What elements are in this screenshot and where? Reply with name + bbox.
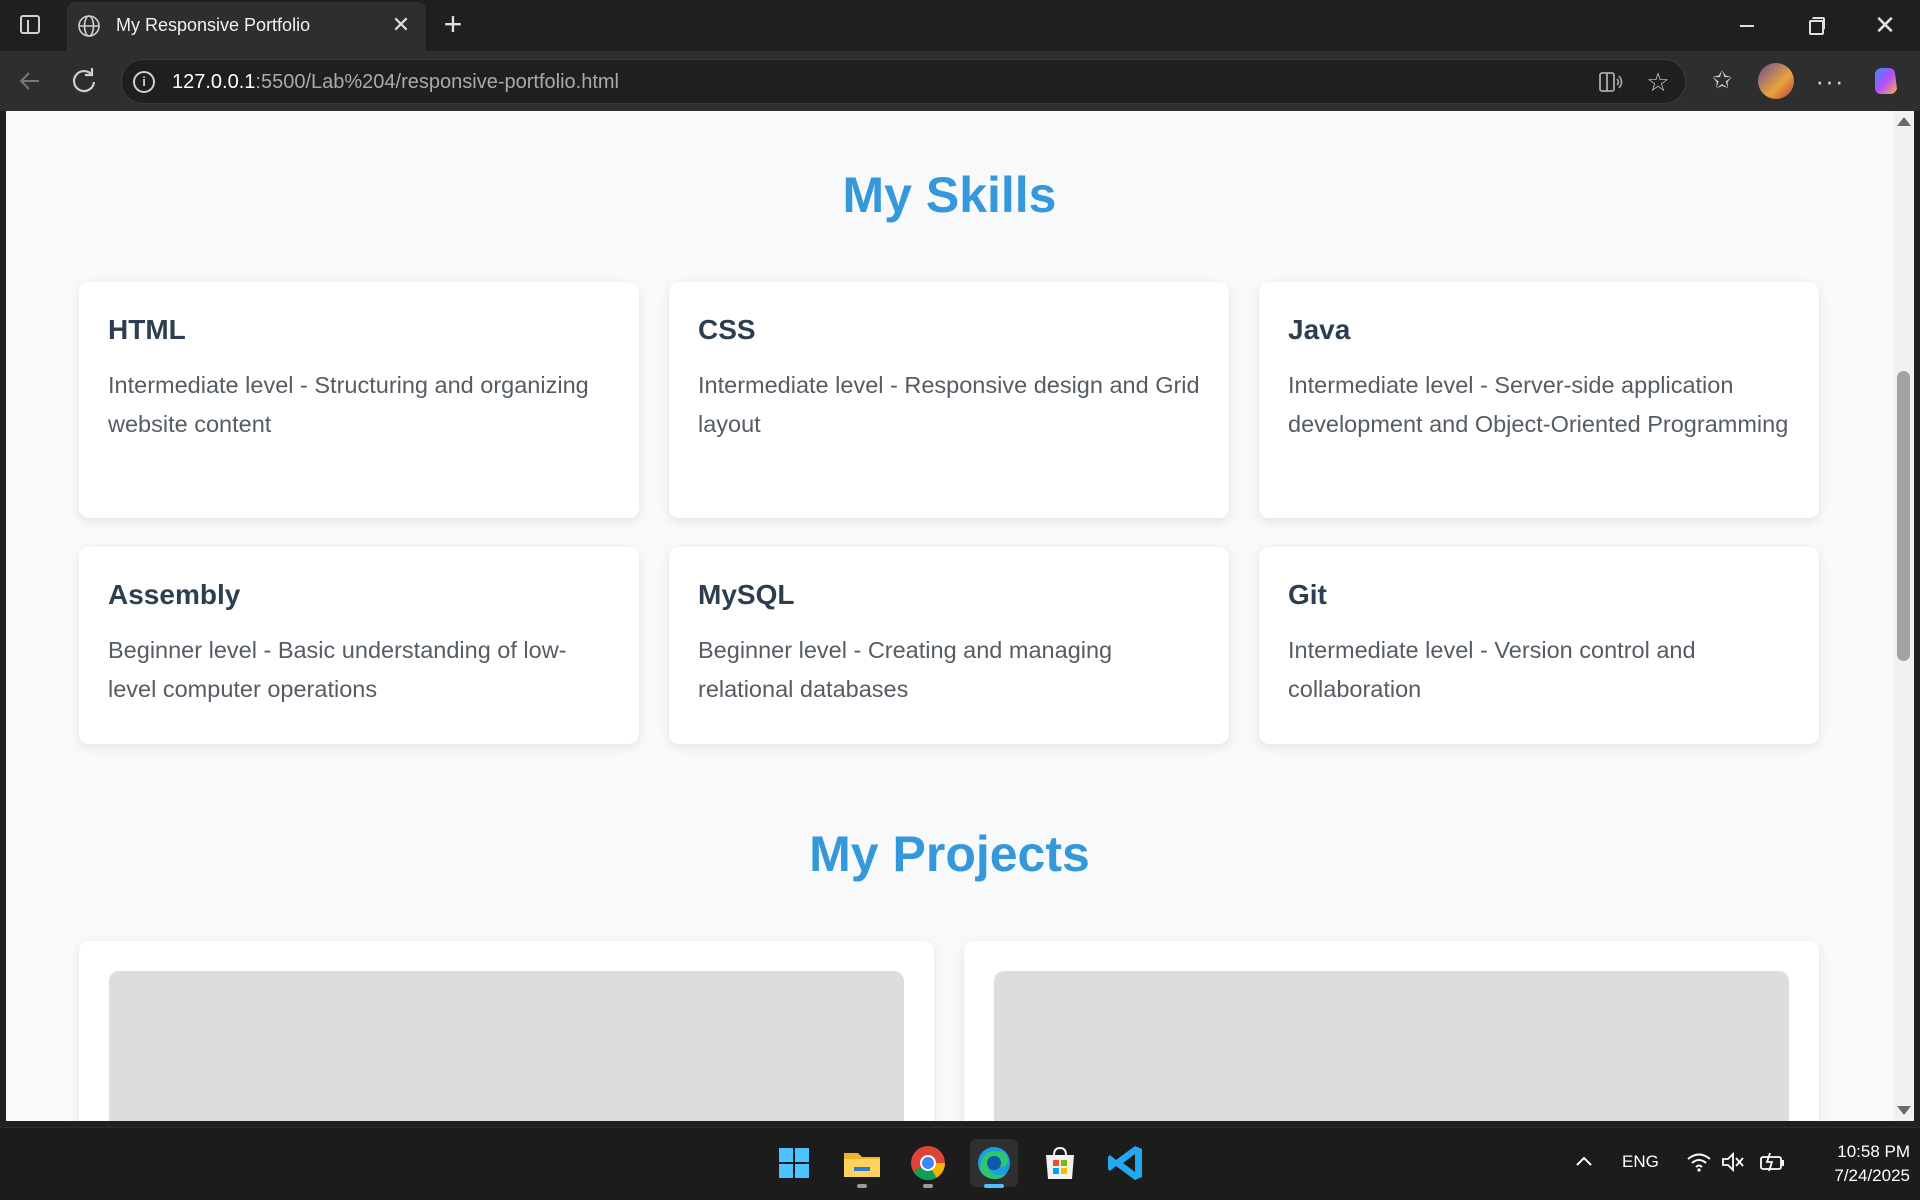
project-card	[964, 941, 1819, 1121]
back-icon[interactable]	[12, 63, 48, 99]
address-bar[interactable]: i 127.0.0.1:5500/Lab%204/responsive-port…	[121, 59, 1686, 104]
immersive-reader-icon[interactable]	[1598, 70, 1624, 94]
url-text[interactable]: 127.0.0.1:5500/Lab%204/responsive-portfo…	[172, 71, 619, 94]
title-bar: My Responsive Portfolio ✕ + ✕	[0, 0, 1920, 51]
new-tab-button[interactable]: +	[438, 8, 468, 40]
tab-actions-button[interactable]	[14, 12, 46, 38]
favorites-icon[interactable]: ✩	[1704, 63, 1740, 99]
close-window-button[interactable]: ✕	[1862, 8, 1908, 42]
skill-name: HTML	[108, 314, 186, 345]
globe-icon	[78, 15, 100, 37]
edge-icon[interactable]	[970, 1139, 1018, 1188]
skill-description: Intermediate level - Version control and…	[1288, 637, 1696, 702]
window-edge	[1914, 111, 1920, 1121]
page-scrollbar[interactable]	[1893, 111, 1914, 1121]
skills-heading: My Skills	[842, 167, 1057, 223]
skill-name: Git	[1288, 579, 1327, 610]
tab-close-icon[interactable]: ✕	[389, 13, 413, 37]
projects-heading: My Projects	[809, 826, 1090, 882]
show-hidden-icons-chevron-icon[interactable]	[1572, 1150, 1596, 1174]
wifi-icon[interactable]	[1686, 1150, 1712, 1174]
scrollbar-thumb[interactable]	[1897, 371, 1910, 661]
skill-description: Intermediate level - Structuring and org…	[108, 372, 589, 437]
tab-actions-icon	[20, 15, 40, 34]
restore-button[interactable]	[1792, 8, 1838, 42]
skill-description: Intermediate level - Responsive design a…	[698, 372, 1200, 437]
input-language-indicator[interactable]: ENG	[1622, 1152, 1659, 1200]
battery-charging-icon[interactable]	[1758, 1150, 1786, 1174]
profile-avatar[interactable]	[1758, 63, 1794, 99]
skill-name: MySQL	[698, 579, 795, 610]
site-info-icon[interactable]: i	[133, 71, 155, 93]
minimize-button[interactable]	[1724, 8, 1770, 42]
skill-name: Assembly	[108, 579, 241, 610]
skill-name: Java	[1288, 314, 1351, 345]
running-indicator	[857, 1184, 867, 1188]
running-indicator	[923, 1184, 933, 1188]
favorite-star-icon[interactable]: ☆	[1644, 68, 1672, 96]
skill-description: Intermediate level - Server-side applica…	[1288, 372, 1789, 437]
scroll-up-arrow-icon[interactable]	[1897, 117, 1911, 126]
page-viewport[interactable]: My Skills HTML Intermediate level - Stru…	[6, 111, 1893, 1121]
project-image-placeholder	[994, 971, 1789, 1121]
skill-description: Beginner level - Creating and managing r…	[698, 637, 1113, 702]
vscode-icon[interactable]	[1102, 1139, 1150, 1187]
skill-card: HTML Intermediate level - Structuring an…	[79, 282, 639, 518]
scroll-down-arrow-icon[interactable]	[1897, 1106, 1911, 1115]
skill-card: Git Intermediate level - Version control…	[1259, 547, 1819, 744]
tab-title: My Responsive Portfolio	[116, 15, 311, 35]
settings-more-icon[interactable]: ···	[1812, 63, 1848, 99]
project-image-placeholder	[109, 971, 904, 1121]
skill-description: Beginner level - Basic understanding of …	[108, 637, 567, 702]
project-card	[79, 941, 934, 1121]
skill-card: MySQL Beginner level - Creating and mana…	[669, 547, 1229, 744]
browser-toolbar: i 127.0.0.1:5500/Lab%204/responsive-port…	[0, 51, 1920, 111]
skill-name: CSS	[698, 314, 756, 345]
start-icon[interactable]	[770, 1139, 818, 1187]
active-indicator	[984, 1184, 1004, 1188]
system-clock[interactable]: 10:58 PM 7/24/2025	[1790, 1140, 1910, 1188]
store-icon[interactable]	[1036, 1139, 1084, 1187]
file-explorer-icon[interactable]	[838, 1139, 886, 1188]
chrome-icon[interactable]	[904, 1139, 952, 1188]
clock-time: 10:58 PM	[1837, 1142, 1910, 1161]
skill-card: Assembly Beginner level - Basic understa…	[79, 547, 639, 744]
clock-date: 7/24/2025	[1834, 1166, 1910, 1185]
copilot-icon[interactable]	[1867, 63, 1903, 99]
reload-icon[interactable]	[66, 63, 102, 99]
skill-card: CSS Intermediate level - Responsive desi…	[669, 282, 1229, 518]
volume-muted-icon[interactable]	[1720, 1150, 1746, 1174]
tab-active[interactable]: My Responsive Portfolio ✕	[67, 2, 426, 51]
skill-card: Java Intermediate level - Server-side ap…	[1259, 282, 1819, 518]
